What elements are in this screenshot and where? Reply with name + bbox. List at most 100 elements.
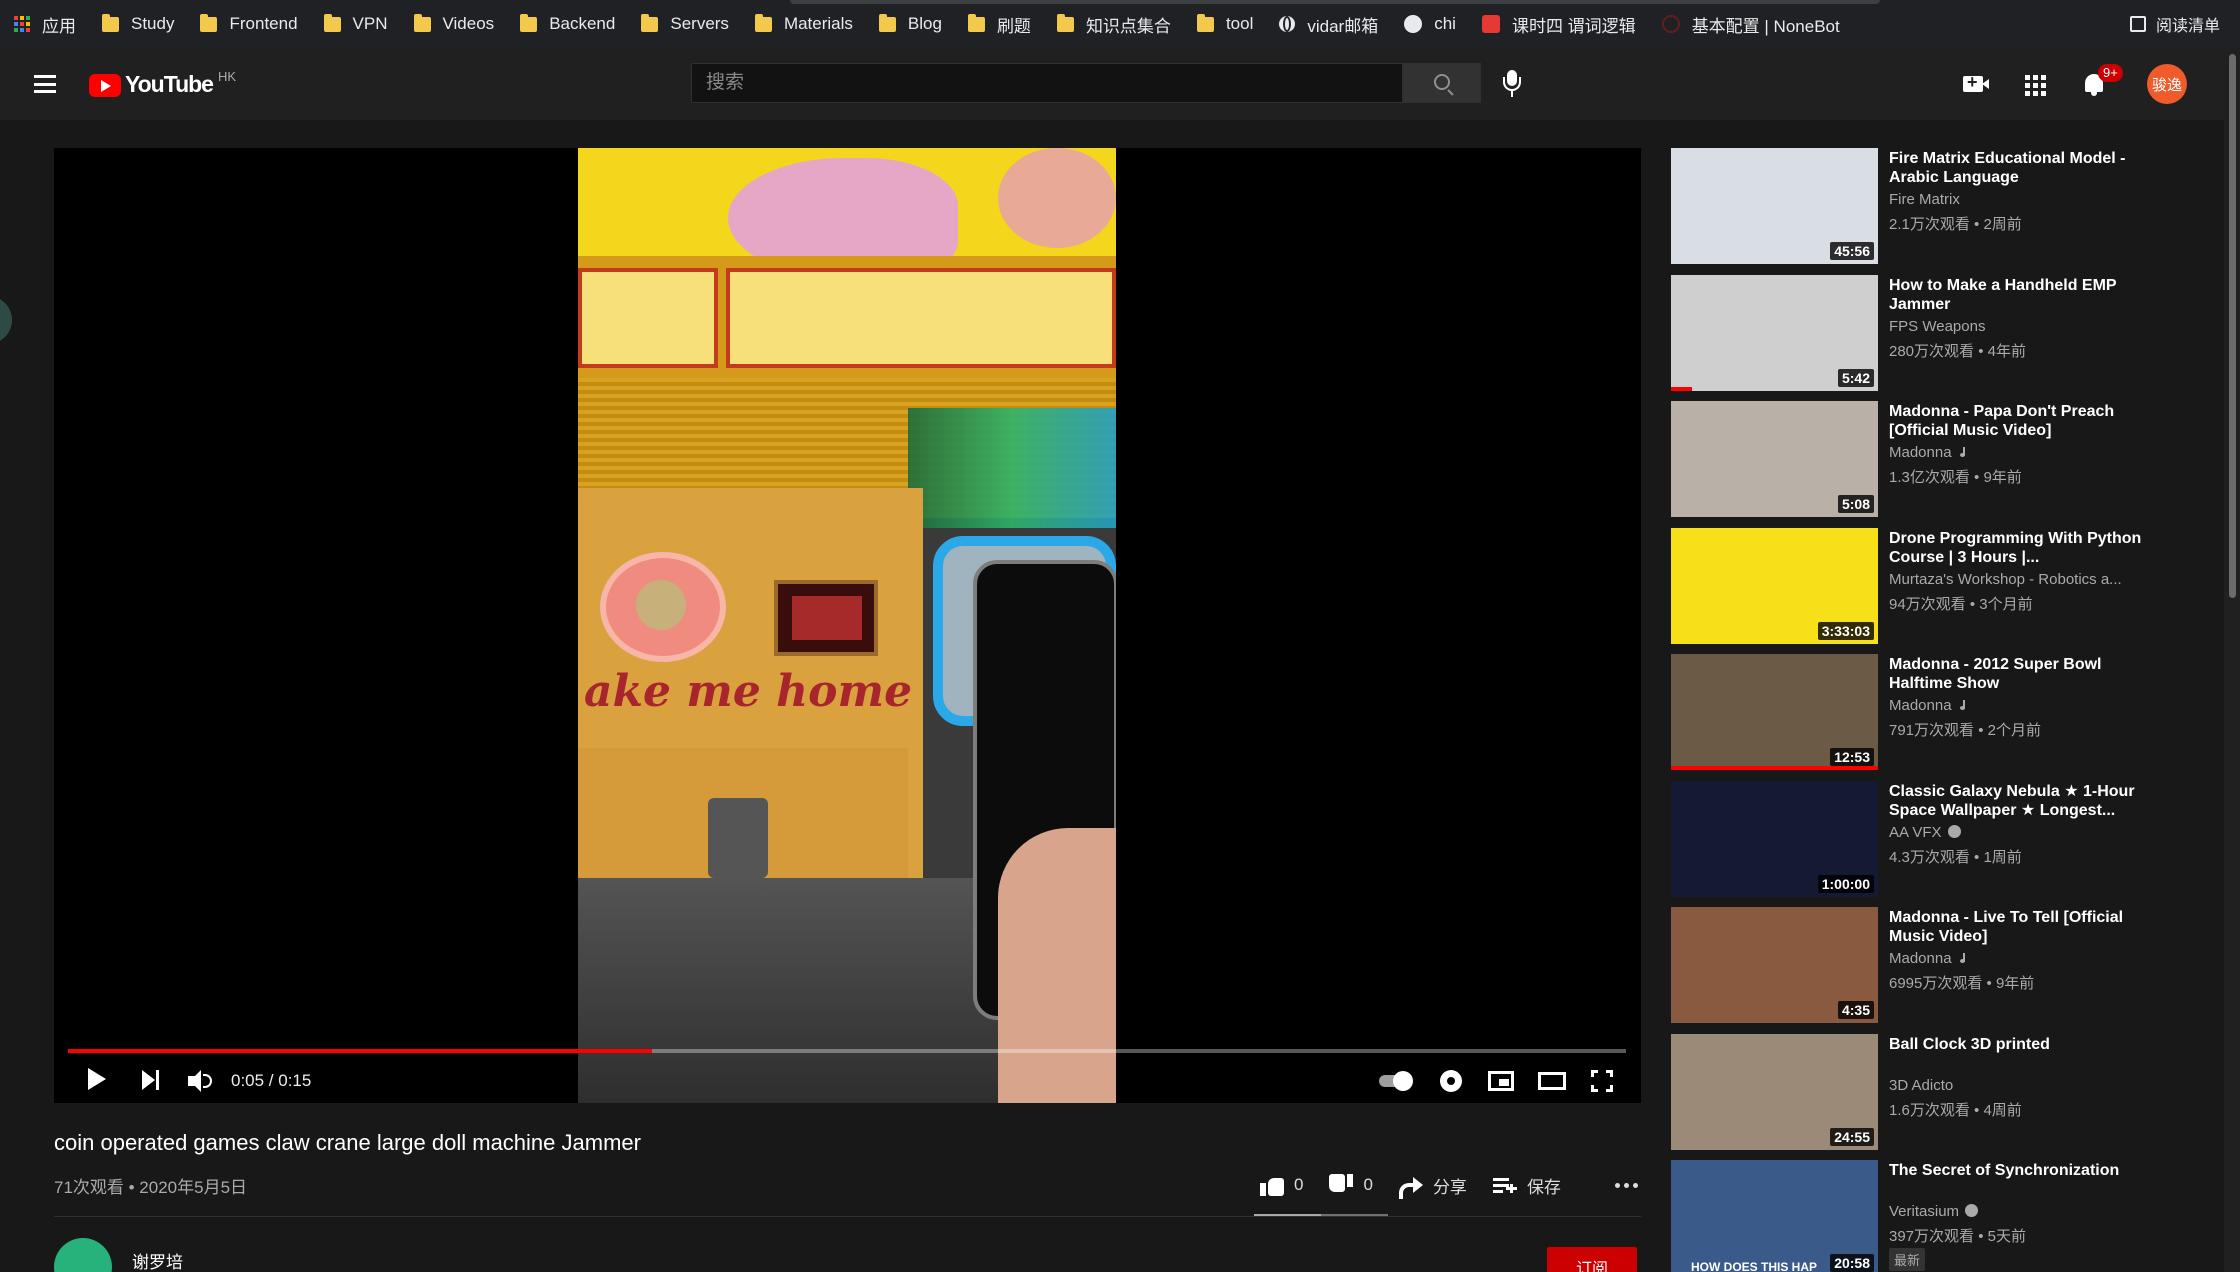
channel-name[interactable]: Madonna: [1889, 444, 1967, 461]
channel-name[interactable]: AA VFX: [1889, 824, 1961, 841]
bookmark-item[interactable]: Materials: [754, 13, 853, 34]
theater-mode-icon[interactable]: [1538, 1072, 1566, 1090]
recommended-video[interactable]: 1:00:00 Classic Galaxy Nebula ★ 1-Hour Sp…: [1671, 780, 2151, 899]
red-site-icon: [1481, 15, 1500, 33]
bookmark-item[interactable]: Videos: [413, 13, 494, 34]
search-button[interactable]: [1403, 63, 1481, 103]
channel-name[interactable]: Madonna: [1889, 697, 1967, 714]
tab-strip-edge: [790, 0, 1880, 4]
watched-progress: [1671, 386, 1692, 391]
folder-icon: [967, 13, 985, 32]
video-title[interactable]: Madonna - Live To Tell [Official Music V…: [1889, 908, 2151, 946]
create-video-icon[interactable]: [1963, 72, 1989, 93]
video-title[interactable]: How to Make a Handheld EMP Jammer: [1889, 276, 2151, 314]
channel-avatar[interactable]: [54, 1238, 112, 1272]
settings-gear-icon[interactable]: [1440, 1070, 1462, 1092]
recommended-video[interactable]: 4:35 Madonna - Live To Tell [Official Mus…: [1671, 907, 2151, 1025]
channel-name[interactable]: Murtaza's Workshop - Robotics a...: [1889, 571, 2122, 588]
nonebot-icon: [1661, 15, 1680, 33]
volume-icon[interactable]: [188, 1070, 214, 1092]
channel-name[interactable]: FPS Weapons: [1889, 318, 1985, 335]
reading-list-button[interactable]: 阅读清单: [2129, 0, 2220, 48]
channel-name[interactable]: 3D Adicto: [1889, 1077, 1953, 1094]
video-thumbnail[interactable]: 1:00:00: [1671, 780, 1878, 897]
recommended-video[interactable]: 24:55 Ball Clock 3D printed 3D Adicto 1.6万次…: [1671, 1033, 2151, 1152]
video-title[interactable]: Drone Programming With Python Course | 3…: [1889, 529, 2151, 567]
video-thumbnail[interactable]: 3:33:03: [1671, 527, 1878, 644]
video-thumbnail[interactable]: 5:08: [1671, 401, 1878, 517]
subscribe-button[interactable]: 订阅: [1547, 1247, 1637, 1272]
progress-bar[interactable]: [68, 1049, 1626, 1053]
video-meta: 6995万次观看 • 9年前: [1889, 975, 2035, 992]
save-button[interactable]: 保存: [1492, 1173, 1561, 1198]
dislike-button[interactable]: 0: [1329, 1174, 1373, 1196]
apps-icon[interactable]: [2025, 75, 2046, 96]
video-frame-text: ake me home: [584, 666, 913, 717]
video-title[interactable]: Ball Clock 3D printed: [1889, 1035, 2151, 1054]
music-note-icon: [1959, 953, 1967, 963]
fullscreen-icon[interactable]: [1591, 1070, 1613, 1092]
channel-name[interactable]: 谢罗培: [132, 1248, 183, 1272]
bookmark-item[interactable]: Servers: [641, 13, 729, 34]
channel-name[interactable]: Veritasium: [1889, 1203, 1979, 1220]
video-title[interactable]: Fire Matrix Educational Model - Arabic L…: [1889, 149, 2151, 187]
bookmark-item[interactable]: chi: [1404, 14, 1456, 34]
bookmark-item[interactable]: Blog: [878, 13, 942, 34]
recommended-video[interactable]: HOW DOES THIS HAP 20:58 The Secret of Sync…: [1671, 1160, 2151, 1272]
bookmark-item[interactable]: Frontend: [200, 13, 298, 34]
bookmark-item[interactable]: 课时四 谓词逻辑: [1481, 12, 1636, 37]
scrollbar-thumb[interactable]: [2229, 54, 2236, 598]
video-thumbnail[interactable]: 4:35: [1671, 907, 1878, 1023]
bookmark-item[interactable]: Study: [102, 13, 174, 34]
menu-icon[interactable]: [34, 75, 56, 93]
recommended-video[interactable]: 5:08 Madonna - Papa Don't Preach [Officia…: [1671, 401, 2151, 519]
side-handle: [0, 296, 12, 344]
bookmark-item[interactable]: vidar邮箱: [1279, 12, 1378, 37]
bookmark-label: Blog: [907, 14, 942, 33]
video-thumbnail[interactable]: 5:42: [1671, 274, 1878, 391]
video-player[interactable]: ake me home 0:05 / 0:15: [54, 148, 1641, 1103]
search-icon: [1434, 74, 1450, 90]
bookmark-item[interactable]: 应用: [14, 12, 76, 37]
autoplay-toggle[interactable]: [1379, 1071, 1413, 1091]
time-display: 0:05 / 0:15: [231, 1071, 312, 1090]
video-title[interactable]: Madonna - Papa Don't Preach [Official Mu…: [1889, 402, 2151, 440]
music-note-icon: [1959, 447, 1967, 457]
microphone-icon[interactable]: [1502, 70, 1522, 98]
search-input[interactable]: [692, 64, 1402, 102]
recommended-video[interactable]: 12:53 Madonna - 2012 Super Bowl Halftime …: [1671, 654, 2151, 772]
bookmark-item[interactable]: 知识点集合: [1056, 12, 1171, 37]
video-thumbnail[interactable]: 45:56: [1671, 148, 1878, 264]
bookmark-label: Frontend: [229, 14, 298, 33]
video-thumbnail[interactable]: 24:55: [1671, 1033, 1878, 1150]
share-label: 分享: [1432, 1177, 1467, 1197]
bookmark-item[interactable]: 刷题: [967, 12, 1031, 37]
video-thumbnail[interactable]: HOW DOES THIS HAP 20:58: [1671, 1160, 1878, 1272]
channel-name[interactable]: Fire Matrix: [1889, 191, 1960, 208]
bookmark-item[interactable]: 基本配置 | NoneBot: [1661, 12, 1840, 37]
recommended-video[interactable]: 45:56 Fire Matrix Educational Model - Ara…: [1671, 148, 2151, 266]
like-button[interactable]: 0: [1260, 1174, 1303, 1196]
video-duration: 3:33:03: [1817, 621, 1874, 640]
folder-icon: [754, 13, 772, 32]
channel-name-text: Madonna: [1889, 697, 1952, 714]
video-thumbnail[interactable]: 12:53: [1671, 654, 1878, 770]
bookmark-item[interactable]: tool: [1196, 13, 1253, 34]
user-avatar[interactable]: 骏逸: [2147, 64, 2187, 104]
channel-name[interactable]: Madonna: [1889, 950, 1967, 967]
video-title[interactable]: Madonna - 2012 Super Bowl Halftime Show: [1889, 655, 2151, 693]
recommended-video[interactable]: 5:42 How to Make a Handheld EMP Jammer FPS…: [1671, 274, 2151, 393]
video-title[interactable]: The Secret of Synchronization: [1889, 1161, 2151, 1180]
recommended-video[interactable]: 3:33:03 Drone Programming With Python Cou…: [1671, 527, 2151, 646]
bookmark-item[interactable]: Backend: [520, 13, 615, 34]
miniplayer-icon[interactable]: [1488, 1071, 1514, 1091]
folder-icon: [520, 13, 538, 32]
bookmark-item[interactable]: VPN: [323, 13, 388, 34]
logo-region: HK: [217, 69, 237, 84]
video-title[interactable]: Classic Galaxy Nebula ★ 1-Hour Space Wal…: [1889, 782, 2151, 820]
youtube-logo[interactable]: YouTube HK: [89, 69, 237, 98]
more-actions-icon[interactable]: [1614, 1182, 1638, 1188]
play-icon[interactable]: [88, 1068, 106, 1090]
share-button[interactable]: 分享: [1398, 1173, 1467, 1199]
next-icon[interactable]: [142, 1070, 162, 1090]
